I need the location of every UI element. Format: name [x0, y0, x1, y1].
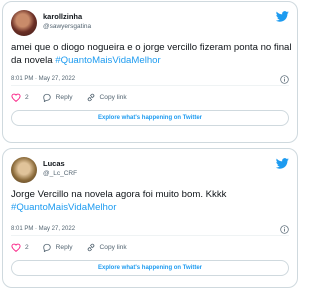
display-name[interactable]: Lucas	[43, 159, 77, 169]
link-icon	[87, 93, 94, 101]
tweet-timestamp[interactable]: 8:01 PM · May 27, 2022	[11, 76, 75, 82]
display-name[interactable]: karollzinha	[43, 12, 91, 22]
copy-link-button[interactable]: Copy link	[86, 93, 127, 102]
reply-button[interactable]: Reply	[42, 243, 73, 252]
tweet-actions: 2 Reply Copy link	[11, 91, 140, 103]
reply-label: Reply	[55, 93, 73, 101]
divider	[11, 235, 289, 236]
like-count: 2	[25, 243, 29, 251]
tweet-card: Lucas @_Lc_CRF Jorge Vercillo na novela …	[2, 148, 298, 288]
twitter-bird-icon[interactable]	[276, 158, 289, 169]
explore-button[interactable]: Explore what's happening on Twitter	[11, 110, 289, 126]
divider	[11, 85, 289, 86]
tweet-actions: 2 Reply Copy link	[11, 241, 140, 253]
tweet-timestamp[interactable]: 8:01 PM · May 27, 2022	[11, 226, 75, 232]
tweet-text: Jorge Vercillo na novela agora foi muito…	[11, 189, 293, 214]
reply-label: Reply	[55, 243, 73, 251]
copy-link-button[interactable]: Copy link	[86, 243, 127, 252]
page: karollzinha @sawyersgatina amei que o di…	[0, 0, 300, 291]
author-names: Lucas @_Lc_CRF	[43, 159, 77, 178]
explore-button[interactable]: Explore what's happening on Twitter	[11, 260, 289, 276]
reply-icon	[42, 93, 51, 102]
reply-button[interactable]: Reply	[42, 93, 73, 102]
tweet-text: amei que o diogo nogueira e o jorge verc…	[11, 42, 293, 67]
avatar[interactable]	[11, 10, 37, 36]
heart-icon	[11, 93, 21, 102]
heart-icon	[11, 243, 21, 252]
like-button[interactable]: 2	[11, 243, 29, 252]
avatar[interactable]	[11, 157, 37, 183]
reply-icon	[42, 243, 51, 252]
handle[interactable]: @sawyersgatina	[43, 22, 91, 31]
hashtag-link[interactable]: #QuantoMaisVidaMelhor	[55, 55, 160, 66]
info-icon[interactable]	[280, 75, 289, 84]
author-names: karollzinha @sawyersgatina	[43, 12, 91, 31]
like-count: 2	[25, 93, 29, 101]
tweet-text-main: Jorge Vercillo na novela agora foi muito…	[11, 189, 227, 200]
info-icon[interactable]	[280, 225, 289, 234]
copy-link-label: Copy link	[99, 93, 127, 101]
copy-link-label: Copy link	[99, 243, 127, 251]
hashtag-link[interactable]: #QuantoMaisVidaMelhor	[11, 202, 116, 213]
like-button[interactable]: 2	[11, 93, 29, 102]
link-icon	[87, 243, 94, 251]
tweet-card: karollzinha @sawyersgatina amei que o di…	[2, 1, 298, 143]
twitter-bird-icon[interactable]	[276, 11, 289, 22]
tweet-author[interactable]: karollzinha @sawyersgatina	[11, 10, 271, 40]
handle[interactable]: @_Lc_CRF	[43, 169, 77, 178]
tweet-author[interactable]: Lucas @_Lc_CRF	[11, 157, 271, 187]
